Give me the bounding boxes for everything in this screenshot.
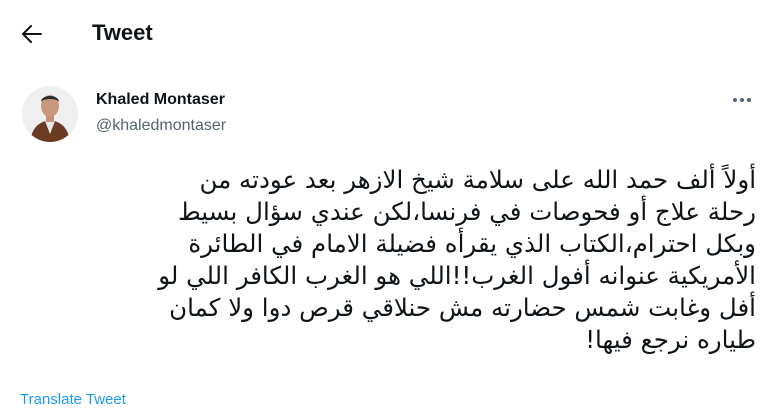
tweet-text: أولاً ألف حمد الله على سلامة شيخ الازهر … — [158, 165, 756, 354]
author-handle[interactable]: @khaledmontaser — [96, 116, 226, 136]
more-options-button[interactable] — [728, 88, 756, 112]
arrow-left-icon — [22, 25, 42, 43]
avatar[interactable] — [22, 86, 78, 142]
translate-tweet-link[interactable]: Translate Tweet — [20, 390, 126, 410]
more-horizontal-icon — [733, 98, 751, 102]
header-bar: Tweet — [0, 0, 768, 66]
author-name[interactable]: Khaled Montaser — [96, 90, 225, 110]
tweet-page: Tweet Khaled Montaser @khaledmontaser أو… — [0, 0, 768, 418]
back-button[interactable] — [18, 20, 46, 48]
profile-photo — [22, 86, 78, 142]
page-title: Tweet — [92, 20, 153, 45]
